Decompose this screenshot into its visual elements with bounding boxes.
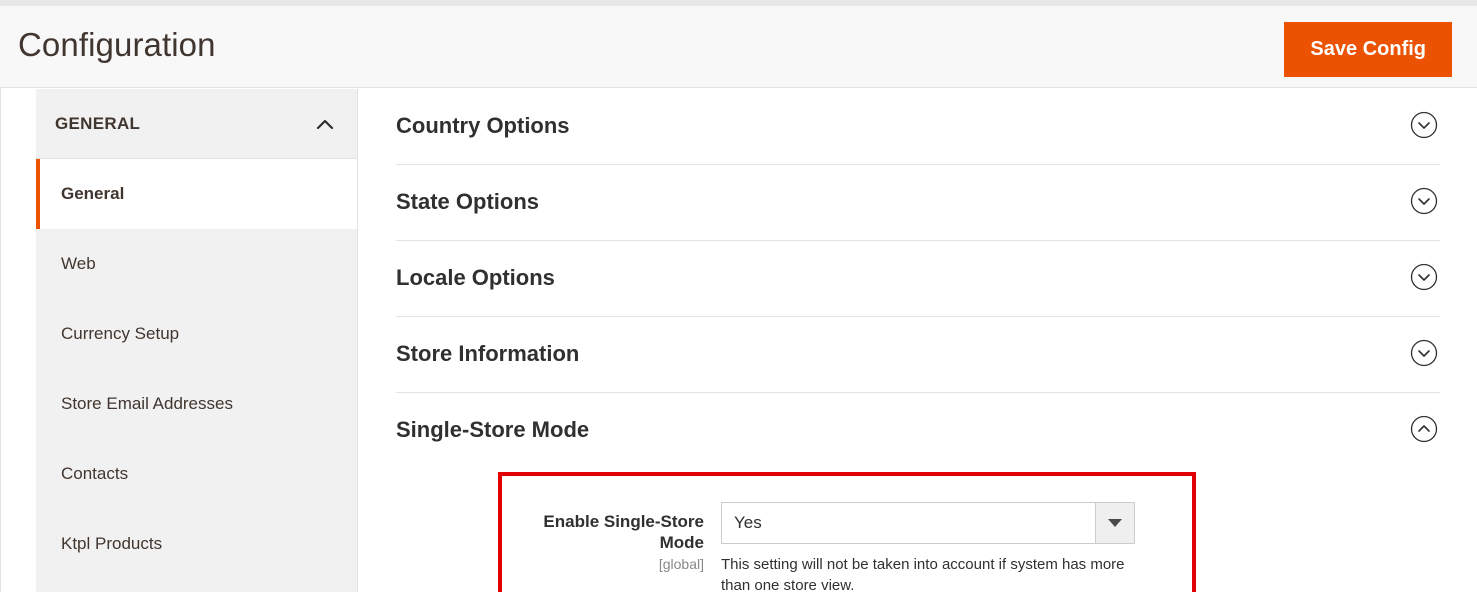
config-sidebar: GENERAL General Web Currency Setup Store… — [36, 89, 358, 592]
field-help-text: This setting will not be taken into acco… — [721, 556, 1125, 592]
sidebar-section-label: GENERAL — [55, 114, 141, 133]
sidebar-item-store-email-addresses[interactable]: Store Email Addresses — [36, 369, 357, 439]
section-country-options: Country Options — [396, 89, 1440, 165]
field-row-enable-single-store-mode: Enable Single-Store Mode [global] Yes Th… — [502, 502, 1192, 592]
chevron-up-circle-icon[interactable] — [1410, 415, 1438, 443]
sidebar-item-ktpl-products[interactable]: Ktpl Products — [36, 509, 357, 579]
section-header-locale-options[interactable]: Locale Options — [396, 241, 1440, 316]
triangle-down-icon — [1108, 519, 1122, 527]
chevron-up-icon — [315, 115, 335, 135]
sidebar-item-general[interactable]: General — [36, 159, 357, 229]
sidebar-item-contacts[interactable]: Contacts — [36, 439, 357, 509]
sidebar-item-web[interactable]: Web — [36, 229, 357, 299]
sidebar-item-list: General Web Currency Setup Store Email A… — [36, 159, 357, 579]
section-header-country-options[interactable]: Country Options — [396, 89, 1440, 164]
section-title: Country Options — [396, 113, 570, 138]
section-title: Store Information — [396, 341, 580, 366]
chevron-down-circle-icon[interactable] — [1410, 111, 1438, 139]
page-title: Configuration — [18, 26, 216, 63]
enable-single-store-mode-select[interactable]: Yes — [721, 502, 1135, 544]
chevron-down-circle-icon[interactable] — [1410, 263, 1438, 291]
chevron-down-circle-icon[interactable] — [1410, 187, 1438, 215]
sidebar-section-general[interactable]: GENERAL — [36, 89, 357, 159]
section-header-single-store-mode[interactable]: Single-Store Mode — [396, 393, 1440, 468]
section-state-options: State Options — [396, 165, 1440, 241]
left-rail-divider — [0, 88, 1, 592]
chevron-down-circle-icon[interactable] — [1410, 339, 1438, 367]
save-config-button[interactable]: Save Config — [1284, 22, 1452, 77]
section-header-state-options[interactable]: State Options — [396, 165, 1440, 240]
select-value[interactable]: Yes — [721, 502, 1095, 544]
section-header-store-information[interactable]: Store Information — [396, 317, 1440, 392]
field-control-column: Yes This setting will not be taken into … — [721, 502, 1141, 592]
field-label-column: Enable Single-Store Mode [global] — [502, 502, 721, 572]
field-label: Enable Single-Store Mode — [543, 512, 704, 553]
field-scope-label: [global] — [658, 555, 704, 572]
sidebar-item-currency-setup[interactable]: Currency Setup — [36, 299, 357, 369]
section-store-information: Store Information — [396, 317, 1440, 393]
config-content: Country Options State Options Locale Opt… — [359, 89, 1477, 592]
section-body-single-store-mode: Enable Single-Store Mode [global] Yes Th… — [396, 472, 1440, 592]
section-single-store-mode: Single-Store Mode Enable Single-Store Mo… — [396, 393, 1440, 592]
section-title: Locale Options — [396, 265, 555, 290]
section-title: Single-Store Mode — [396, 417, 590, 442]
configuration-page: Configuration Save Config GENERAL Genera… — [0, 0, 1477, 592]
section-locale-options: Locale Options — [396, 241, 1440, 317]
select-dropdown-button[interactable] — [1095, 502, 1135, 544]
section-title: State Options — [396, 189, 540, 214]
page-header: Configuration Save Config — [0, 6, 1477, 88]
highlight-box: Enable Single-Store Mode [global] Yes Th… — [498, 472, 1196, 592]
